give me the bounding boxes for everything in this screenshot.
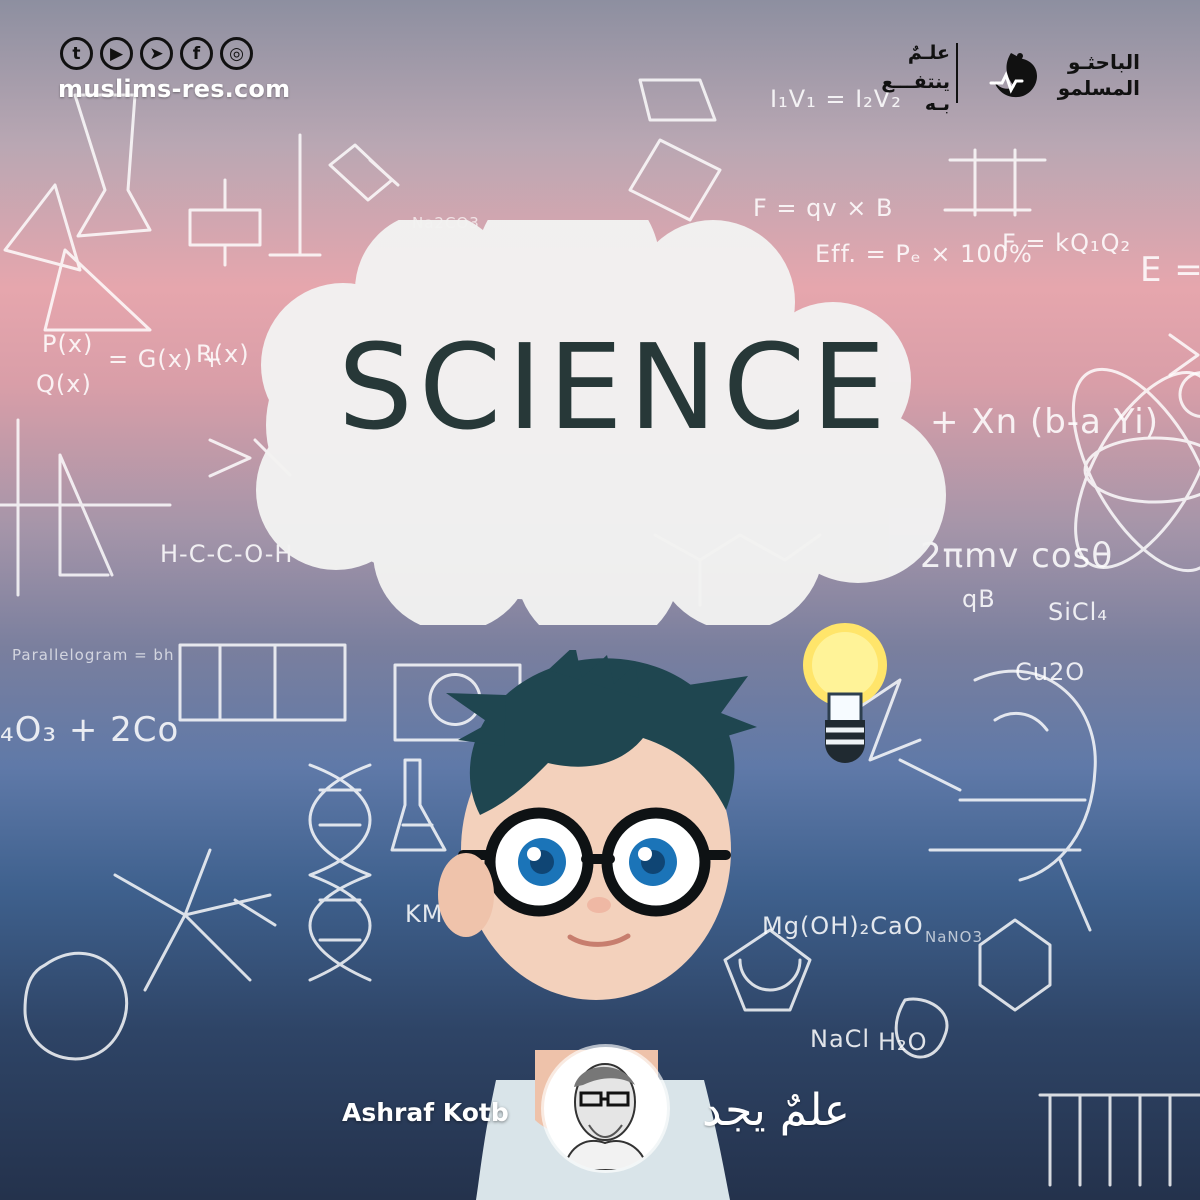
instagram-icon[interactable]: ◎	[220, 37, 253, 70]
lab-doodle-left	[3, 93, 152, 332]
author-name: Ashraf Kotb	[342, 1098, 509, 1127]
apparatus-doodle	[943, 148, 1047, 217]
series-title: علمٌ يجد	[702, 1085, 850, 1136]
author-avatar	[544, 1047, 667, 1170]
formula-item: + Xn (b-a Yi)	[930, 402, 1159, 442]
neuron-doodle	[113, 848, 277, 992]
dna-doodle	[308, 763, 372, 982]
brand-divider	[956, 43, 958, 103]
molecule-doodle	[978, 918, 1052, 1012]
formula-item: ₄O₃ + 2Co	[0, 710, 180, 750]
circuit-doodle-top	[628, 78, 722, 222]
formula-item: F = kQ₁Q₂	[1002, 229, 1132, 257]
formula-item: H₂O	[878, 1028, 928, 1056]
youtube-icon[interactable]: ▶	[100, 37, 133, 70]
formula-item: Parallelogram = bh	[12, 646, 175, 664]
formula-item: NaNO3	[925, 928, 983, 946]
globe-doodle	[23, 951, 128, 1061]
formula-item: E =	[1140, 250, 1200, 290]
site-url[interactable]: muslims-res.com	[58, 75, 290, 103]
brand-tagline-line1: علـمٌ	[907, 42, 950, 64]
formula-item: Cu2O	[1015, 658, 1086, 686]
telegram-icon[interactable]: ➤	[140, 37, 173, 70]
formula-item: R(x)	[196, 340, 250, 368]
scientist-doodle	[928, 669, 1097, 932]
formula-item: qB	[962, 585, 996, 613]
triangle-graph-doodle	[0, 418, 172, 597]
brand-name-line2: المسلمو	[1057, 76, 1140, 100]
twitter-icon[interactable]: t	[60, 37, 93, 70]
brand-name-line1: الباحثـو	[1068, 50, 1140, 74]
formula-item: SiCl₄	[1048, 598, 1108, 626]
social-links: t ▶ ➤ f ◎	[60, 37, 253, 70]
brand-logo-block: علـمٌ ينتفـــع بـه الباحثـو المسلمو	[881, 42, 1140, 115]
author-sketch-icon	[562, 1063, 650, 1170]
formula-item: F = qv × B	[753, 194, 894, 222]
test-tube-rack-doodle	[1038, 1093, 1200, 1187]
brand-tagline-line2: ينتفـــع بـه	[881, 71, 950, 115]
brand-mark-icon	[989, 53, 1037, 98]
formula-item: NaCl	[810, 1025, 871, 1053]
poster-canvas: I₁V₁ = I₂V₂ F = qv × B Eff. = Pₑ × 100% …	[0, 0, 1200, 1200]
hero-title: SCIENCE	[338, 318, 892, 456]
facebook-icon[interactable]: f	[180, 37, 213, 70]
parallelogram-doodle	[178, 643, 347, 722]
formula-item: 2πmv cosθ	[920, 536, 1114, 576]
formula-item: Q(x)	[36, 370, 92, 398]
formula-item: P(x)	[42, 330, 94, 358]
